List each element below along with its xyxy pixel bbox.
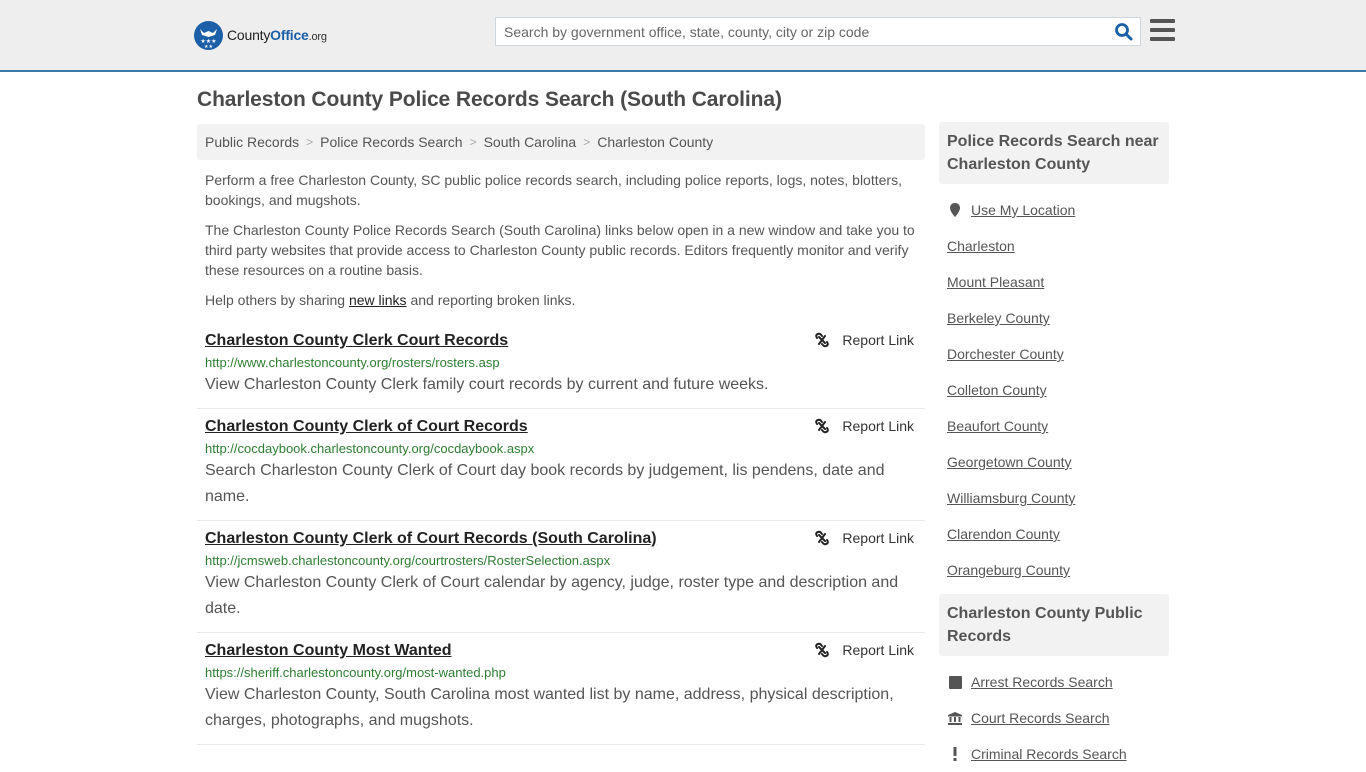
result-title-link[interactable]: Charleston County Clerk of Court Records… <box>205 528 657 550</box>
nearby-link-colleton-county[interactable]: Colleton County <box>947 382 1047 398</box>
broken-link-icon <box>815 530 830 546</box>
result-title-link[interactable]: Charleston County Clerk Court Records <box>205 330 508 352</box>
criminal-records-search-link[interactable]: Criminal Records Search <box>971 746 1127 762</box>
square-icon <box>947 675 963 689</box>
nearby-link-georgetown-county[interactable]: Georgetown County <box>947 454 1072 470</box>
result-description: Search Charleston County Clerk of Court … <box>205 462 885 505</box>
result-item: Charleston County Clerk Court Records Re… <box>197 323 925 409</box>
breadcrumb: Public Records > Police Records Search >… <box>197 124 925 160</box>
search-box <box>495 17 1141 46</box>
search-input[interactable] <box>496 18 1106 45</box>
eagle-logo-icon: ★★★ ★★ <box>194 20 223 50</box>
nearby-list: Use My Location Charleston Mount Pleasan… <box>939 184 1169 588</box>
new-links-link[interactable]: new links <box>349 292 407 308</box>
menu-bar-icon <box>1150 19 1175 23</box>
intro-sharing-paragraph: Help others by sharing new links and rep… <box>205 292 576 308</box>
exclamation-icon <box>947 747 963 761</box>
arrest-records-search-link[interactable]: Arrest Records Search <box>971 674 1113 690</box>
court-records-search-link[interactable]: Court Records Search <box>971 710 1110 726</box>
report-link-button[interactable]: Report Link <box>814 332 914 348</box>
nearby-item: Beaufort County <box>947 408 1161 444</box>
public-records-heading: Charleston County Public Records <box>939 594 1169 656</box>
report-link-button[interactable]: Report Link <box>814 530 914 546</box>
site-logo[interactable]: ★★★ ★★ CountyOffice.org <box>194 20 327 50</box>
nearby-link-clarendon-county[interactable]: Clarendon County <box>947 526 1060 542</box>
nearby-item: Charleston <box>947 228 1161 264</box>
breadcrumb-charleston-county[interactable]: Charleston County <box>597 134 713 150</box>
nearby-item: Orangeburg County <box>947 552 1161 588</box>
broken-link-icon <box>815 642 830 658</box>
result-item: Charleston County Clerk of Court Records… <box>197 521 925 633</box>
result-description: View Charleston County Clerk of Court ca… <box>205 574 899 617</box>
nearby-link-berkeley-county[interactable]: Berkeley County <box>947 310 1050 326</box>
menu-bar-icon <box>1150 28 1175 32</box>
nearby-link-williamsburg-county[interactable]: Williamsburg County <box>947 490 1075 506</box>
courthouse-icon <box>947 711 963 725</box>
result-url[interactable]: http://www.charlestoncounty.org/rosters/… <box>205 354 917 372</box>
logo-wordmark: CountyOffice.org <box>227 27 327 43</box>
result-item: Charleston County Most Wanted Report Lin… <box>197 633 925 745</box>
site-header: ★★★ ★★ CountyOffice.org <box>0 0 1366 72</box>
public-record-item: Court Records Search <box>947 700 1161 736</box>
public-record-item: Criminal Records Search <box>947 736 1161 772</box>
breadcrumb-south-carolina[interactable]: South Carolina <box>484 134 577 150</box>
page-title: Charleston County Police Records Search … <box>197 88 782 111</box>
nearby-link-mount-pleasant[interactable]: Mount Pleasant <box>947 274 1044 290</box>
result-title-link[interactable]: Charleston County Most Wanted <box>205 640 452 662</box>
breadcrumb-public-records[interactable]: Public Records <box>205 134 299 150</box>
search-button[interactable] <box>1114 22 1134 42</box>
result-title-link[interactable]: Charleston County Clerk of Court Records <box>205 416 528 438</box>
svg-text:★★: ★★ <box>204 44 213 50</box>
breadcrumb-separator: > <box>469 135 477 149</box>
search-icon <box>1115 23 1133 41</box>
broken-link-icon <box>815 332 830 348</box>
nearby-link-orangeburg-county[interactable]: Orangeburg County <box>947 562 1070 578</box>
nearby-link-beaufort-county[interactable]: Beaufort County <box>947 418 1048 434</box>
public-record-item: Arrest Records Search <box>947 664 1161 700</box>
result-url[interactable]: http://jcmsweb.charlestoncounty.org/cour… <box>205 552 917 570</box>
report-link-button[interactable]: Report Link <box>814 642 914 658</box>
nearby-item: Dorchester County <box>947 336 1161 372</box>
intro-paragraph: The Charleston County Police Records Sea… <box>205 222 915 278</box>
report-link-button[interactable]: Report Link <box>814 418 914 434</box>
breadcrumb-separator: > <box>306 135 314 149</box>
nearby-item: Mount Pleasant <box>947 264 1161 300</box>
use-my-location-link[interactable]: Use My Location <box>971 202 1075 218</box>
nearby-link-charleston[interactable]: Charleston <box>947 238 1015 254</box>
nearby-item: Clarendon County <box>947 516 1161 552</box>
public-records-list: Arrest Records Search Court Records Sear… <box>939 656 1169 772</box>
result-description: View Charleston County Clerk family cour… <box>205 376 769 393</box>
broken-link-icon <box>815 418 830 434</box>
breadcrumb-separator: > <box>583 135 591 149</box>
nearby-item: Berkeley County <box>947 300 1161 336</box>
intro-text: Perform a free Charleston County, SC pub… <box>205 170 917 320</box>
menu-bar-icon <box>1150 37 1175 41</box>
nearby-link-dorchester-county[interactable]: Dorchester County <box>947 346 1064 362</box>
results-list: Charleston County Clerk Court Records Re… <box>197 323 925 745</box>
breadcrumb-police-records-search[interactable]: Police Records Search <box>320 134 462 150</box>
nearby-heading: Police Records Search near Charleston Co… <box>939 122 1169 184</box>
nearby-item: Georgetown County <box>947 444 1161 480</box>
map-marker-icon <box>947 203 963 217</box>
result-url[interactable]: https://sheriff.charlestoncounty.org/mos… <box>205 664 917 682</box>
result-url[interactable]: http://cocdaybook.charlestoncounty.org/c… <box>205 440 917 458</box>
nearby-item: Williamsburg County <box>947 480 1161 516</box>
intro-paragraph: Perform a free Charleston County, SC pub… <box>205 172 902 208</box>
sidebar: Police Records Search near Charleston Co… <box>939 122 1169 772</box>
nearby-item: Colleton County <box>947 372 1161 408</box>
hamburger-menu-button[interactable] <box>1150 19 1175 41</box>
result-description: View Charleston County, South Carolina m… <box>205 686 894 729</box>
result-item: Charleston County Clerk of Court Records… <box>197 409 925 521</box>
use-my-location-item: Use My Location <box>947 192 1161 228</box>
